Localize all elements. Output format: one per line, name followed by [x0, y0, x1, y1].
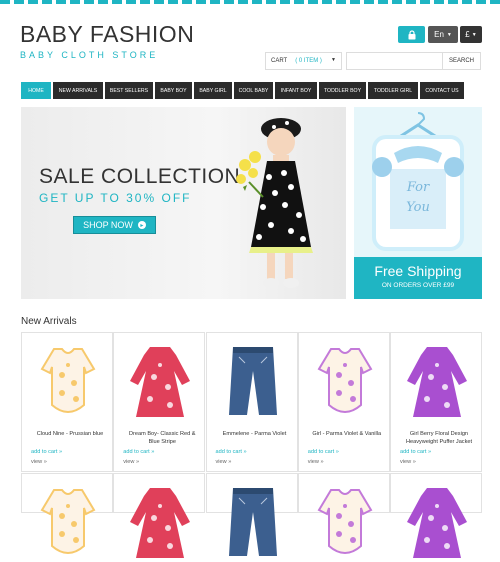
nav-infant-boy[interactable]: INFANT BOY: [275, 82, 317, 99]
sale-banner[interactable]: SALE COLLECTION GET UP TO 30% OFF SHOP N…: [21, 107, 346, 299]
free-shipping-subtitle: ON ORDERS OVER £99: [381, 282, 455, 289]
add-to-cart-link[interactable]: add to cart »: [216, 449, 247, 455]
lock-icon: [408, 29, 415, 39]
search-button[interactable]: SEARCH: [443, 52, 481, 70]
product-image: [407, 488, 467, 558]
banner-child-image: [236, 118, 313, 288]
view-link[interactable]: view »: [400, 459, 416, 465]
nav-cool-baby[interactable]: COOL BABY: [234, 82, 273, 99]
nav-best-sellers[interactable]: BEST SELLERS: [105, 82, 153, 99]
currency-selector[interactable]: £ ▼: [460, 26, 482, 43]
product-card[interactable]: Girl Berry Floral Design Heavyweight Puf…: [390, 332, 482, 472]
search-input[interactable]: [346, 52, 443, 70]
free-shipping-banner[interactable]: For You Free Shipping ON ORDERS OVER £99: [354, 107, 482, 299]
arrow-right-icon: ▸: [137, 221, 146, 229]
nav-toddler-boy[interactable]: TODDLER BOY: [319, 82, 366, 99]
banner-title: SALE COLLECTION: [39, 165, 241, 188]
nav-toddler-girl[interactable]: TODDLER GIRL: [368, 82, 418, 99]
product-name[interactable]: Dream Boy- Classic Red & Blue Stripe: [123, 430, 201, 446]
product-card[interactable]: [113, 473, 206, 558]
frame-text-you: You: [406, 200, 430, 215]
chevron-down-icon: ▼: [446, 31, 452, 38]
product-image: [317, 348, 373, 413]
product-name[interactable]: Girl Berry Floral Design Heavyweight Puf…: [400, 430, 478, 446]
free-shipping-title: Free Shipping: [374, 263, 462, 279]
shop-now-label: SHOP NOW: [83, 220, 133, 230]
cart-dropdown[interactable]: CART ( 0 ITEM ) ▼: [265, 52, 342, 70]
product-card[interactable]: Dream Boy- Classic Red & Blue Stripe add…: [113, 332, 206, 472]
product-image: [228, 488, 277, 556]
account-button[interactable]: [398, 26, 425, 43]
chevron-down-icon: ▼: [471, 31, 477, 38]
top-stripe: [0, 0, 500, 4]
view-link[interactable]: view »: [308, 459, 324, 465]
chevron-down-icon: ▼: [331, 57, 336, 63]
product-image: [228, 347, 277, 415]
product-grid: Cloud Nine - Prussian blue add to cart »…: [21, 332, 482, 558]
free-shipping-band: Free Shipping ON ORDERS OVER £99: [354, 257, 482, 299]
product-card[interactable]: Cloud Nine - Prussian blue add to cart »…: [21, 332, 113, 472]
product-name[interactable]: Emmelene - Parma Violet: [216, 430, 294, 438]
language-value: En: [434, 30, 444, 39]
product-image: [40, 489, 96, 554]
currency-value: £: [465, 30, 470, 39]
product-image: [407, 347, 467, 417]
nav-contact-us[interactable]: CONTACT US: [420, 82, 464, 99]
product-image: [40, 348, 96, 413]
product-card[interactable]: [390, 473, 482, 558]
new-arrivals-heading: New Arrivals: [21, 316, 77, 327]
nav-baby-girl[interactable]: BABY GIRL: [194, 82, 232, 99]
brand-subtitle: BABY CLOTH STORE: [20, 50, 159, 60]
brand-title: BABY FASHION: [20, 21, 195, 47]
product-card[interactable]: [21, 473, 113, 554]
photo-frame-image: For You: [372, 112, 464, 251]
cart-count: ( 0 ITEM ): [295, 58, 322, 64]
frame-text-for: For: [406, 180, 430, 195]
view-link[interactable]: view »: [123, 459, 139, 465]
nav-baby-boy[interactable]: BABY BOY: [155, 82, 192, 99]
product-image: [130, 347, 191, 417]
view-link[interactable]: view »: [216, 459, 232, 465]
nav-home[interactable]: HOME: [21, 82, 51, 99]
product-card[interactable]: [205, 473, 298, 556]
product-card[interactable]: [297, 473, 390, 554]
add-to-cart-link[interactable]: add to cart »: [308, 449, 339, 455]
shop-now-button[interactable]: SHOP NOW ▸: [73, 216, 156, 234]
nav-new-arrivals[interactable]: NEW ARRIVALS: [53, 82, 103, 99]
product-image: [130, 488, 191, 558]
product-card[interactable]: Girl - Parma Violet & Vanilla add to car…: [297, 332, 390, 472]
product-name[interactable]: Girl - Parma Violet & Vanilla: [308, 430, 386, 438]
cart-label: CART: [271, 58, 288, 64]
main-nav: HOME NEW ARRIVALS BEST SELLERS BABY BOY …: [21, 82, 482, 99]
language-selector[interactable]: En ▼: [428, 26, 458, 43]
view-link[interactable]: view »: [31, 459, 47, 465]
add-to-cart-link[interactable]: add to cart »: [31, 449, 62, 455]
product-card[interactable]: Emmelene - Parma Violet add to cart » vi…: [205, 332, 298, 472]
add-to-cart-link[interactable]: add to cart »: [123, 449, 154, 455]
product-name[interactable]: Cloud Nine - Prussian blue: [31, 430, 109, 438]
add-to-cart-link[interactable]: add to cart »: [400, 449, 431, 455]
banner-subtitle: GET UP TO 30% OFF: [39, 191, 192, 205]
product-image: [317, 489, 373, 554]
brand-logo[interactable]: BABY FASHION BABY CLOTH STORE: [20, 22, 194, 60]
